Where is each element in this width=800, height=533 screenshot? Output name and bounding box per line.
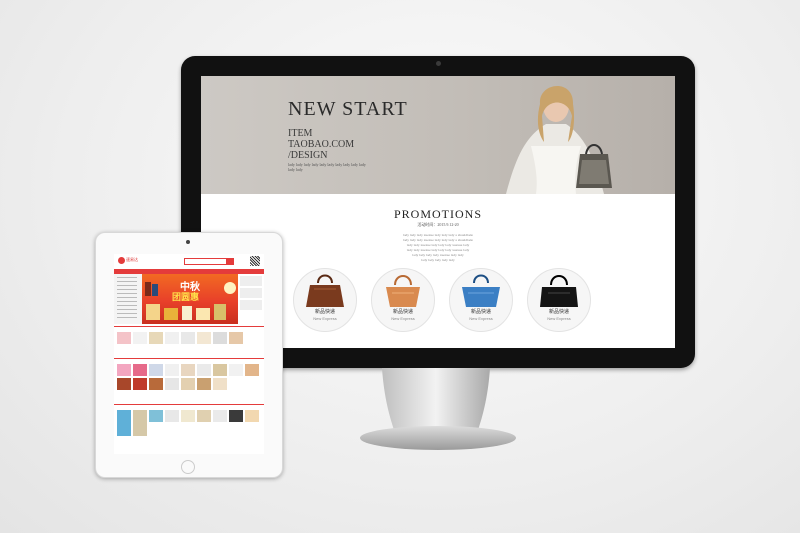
promo-banner[interactable]: 中秋 团圆惠 (142, 274, 238, 324)
black-handbag-icon (540, 275, 578, 307)
brand-name: 速易达 (126, 257, 138, 262)
hero-banner[interactable]: NEW START ITEM TAOBAO.COM /DESIGN lady l… (201, 76, 675, 194)
product-label: 新品快递 (470, 309, 491, 315)
search-input[interactable] (184, 258, 228, 265)
monitor-stand-neck (382, 368, 490, 430)
brown-handbag-icon (306, 274, 344, 307)
product-sublabel: New Express (313, 316, 337, 321)
promotions-title: PROMOTIONS (393, 207, 482, 221)
qr-code-icon (250, 256, 260, 266)
category-menu[interactable] (114, 274, 142, 324)
hero-subtitle-line: ITEM (288, 128, 313, 139)
product-section (114, 404, 264, 438)
camera-icon (186, 240, 190, 244)
blue-handbag-icon (462, 274, 500, 307)
product-section (114, 326, 264, 346)
product-item[interactable]: 新品快递 New Express (449, 268, 513, 332)
banner-products (145, 282, 236, 320)
product-item[interactable]: 新品快递 New Express (371, 268, 435, 332)
product-item[interactable]: 新品快递 New Express (527, 268, 591, 332)
promotions-line: lady lady lady lady lady (421, 258, 455, 262)
product-sublabel: New Express (391, 316, 415, 321)
hero-subtitle-line: /DESIGN (288, 150, 328, 161)
product-sublabel: New Express (547, 316, 571, 321)
product-label: 新品快递 (314, 309, 335, 315)
monitor-stand-base (360, 426, 516, 450)
hero-subtitle: ITEM TAOBAO.COM /DESIGN (288, 128, 408, 161)
product-label: 新品快递 (548, 309, 569, 315)
tablet-screen: 速易达 中秋 团圆惠 (114, 254, 264, 454)
camera-icon (436, 61, 441, 66)
product-section (114, 358, 264, 392)
product-sublabel: New Express (469, 316, 493, 321)
promotions-body: lady lady lady xuexue lady lady lady a s… (351, 233, 525, 263)
product-item[interactable]: 新品快递 New Express (293, 268, 357, 332)
side-panel (238, 274, 264, 324)
brand-logo-icon (118, 257, 125, 264)
tablet: 速易达 中秋 团圆惠 (95, 232, 283, 478)
search-button[interactable] (226, 258, 234, 265)
home-button[interactable] (181, 460, 195, 474)
product-label: 新品快递 (392, 309, 413, 315)
hero-subtitle-line: TAOBAO.COM (288, 139, 355, 150)
product-list: 新品快递 New Express 新品快递 New Express 新品快递 N… (293, 268, 613, 338)
model-photo (506, 85, 612, 194)
hero-title: NEW START (288, 98, 408, 120)
orange-handbag-icon (386, 275, 420, 307)
promotions-date: 活动时间：2015.9.12-20 (417, 222, 459, 227)
hero-small-text: lady lady lady lady lady lady lady lady … (288, 162, 366, 172)
